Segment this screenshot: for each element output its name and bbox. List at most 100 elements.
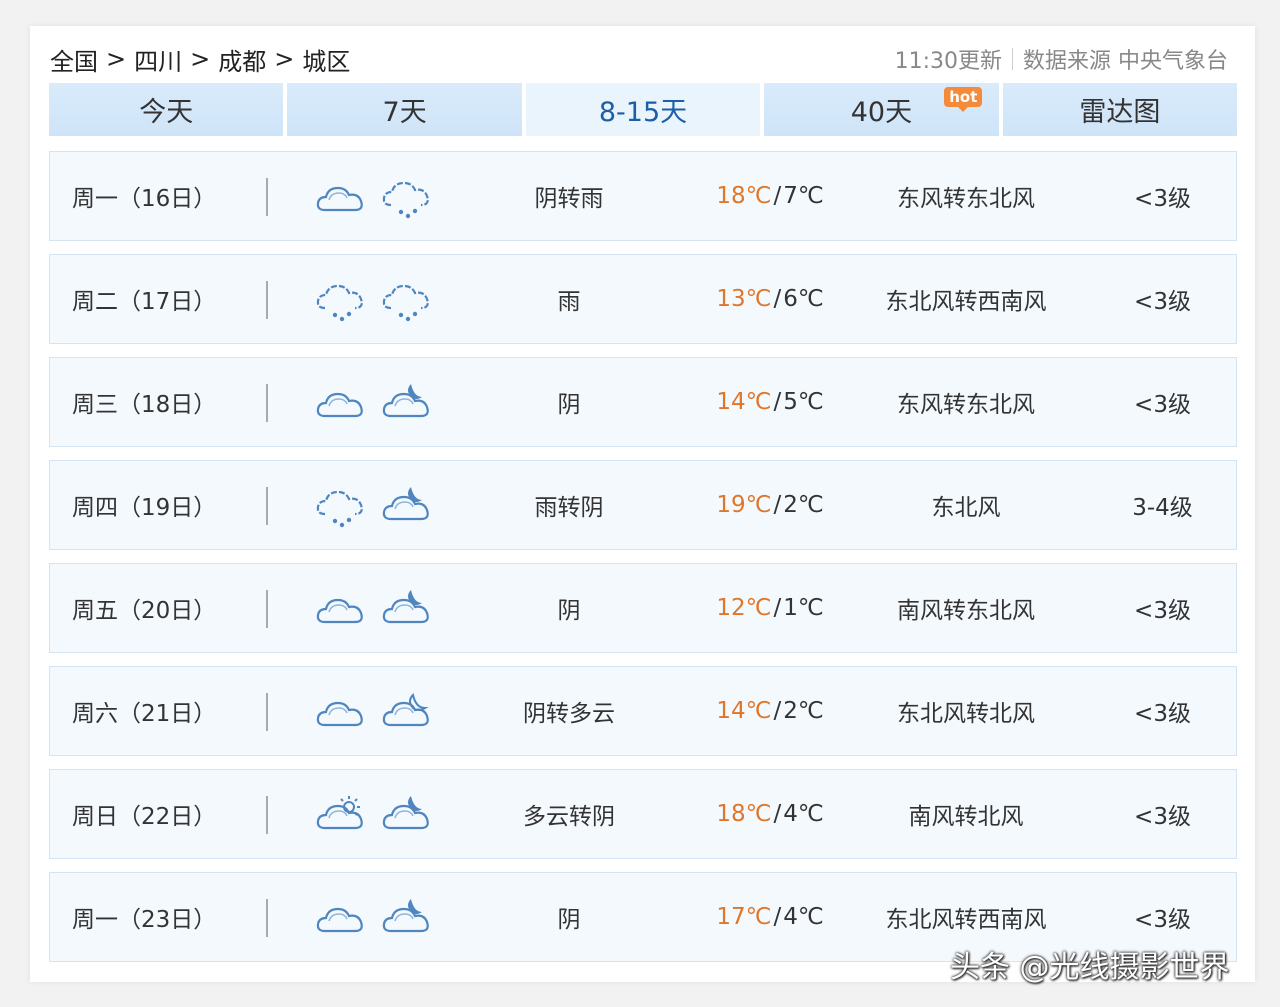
tab-label: 7天	[382, 97, 427, 128]
row-divider	[266, 796, 268, 834]
wind-direction: 东风转东北风	[897, 392, 1035, 418]
cloudy-night-icon	[382, 899, 429, 933]
low-temp: 6℃	[783, 286, 824, 312]
high-temp: 19℃	[716, 492, 772, 518]
partly-cloudy-day-icon	[316, 796, 363, 830]
row-divider	[266, 899, 268, 937]
high-temp: 14℃	[716, 698, 772, 724]
hot-badge: hot	[944, 87, 983, 112]
high-temp: 18℃	[716, 801, 772, 827]
rain-icon	[382, 284, 429, 322]
wind-direction: 南风转东北风	[897, 598, 1035, 624]
weather-icons	[315, 873, 433, 961]
low-temp: 2℃	[783, 492, 824, 518]
high-temp: 13℃	[716, 286, 772, 312]
row-divider	[266, 487, 268, 525]
breadcrumb-sichuan[interactable]: 四川	[134, 42, 182, 77]
low-temp: 5℃	[783, 389, 824, 415]
temp-slash: /	[773, 904, 782, 930]
temperature: 18℃/4℃	[690, 770, 850, 858]
forecast-row[interactable]: 周五（20日） 阴 12℃/1℃ 南风转东北风 <3级	[49, 563, 1237, 653]
weather-card: 全国 > 四川 > 成都 > 城区 11:30更新 数据来源 中央气象台 今天 …	[30, 26, 1255, 982]
weather-desc: 阴	[557, 598, 581, 624]
weather-desc: 雨转阴	[534, 495, 604, 521]
high-temp: 12℃	[716, 595, 772, 621]
wind-direction: 南风转北风	[908, 804, 1024, 830]
weather-desc: 多云转阴	[523, 804, 615, 830]
weather-icons	[315, 358, 433, 446]
wind-level: <3级	[1134, 598, 1191, 624]
top-bar: 全国 > 四川 > 成都 > 城区 11:30更新 数据来源 中央气象台	[50, 41, 1228, 77]
cloudy-icon	[316, 598, 363, 624]
cloudy-night-icon	[382, 487, 429, 521]
weather-icons	[315, 667, 433, 755]
tab-label: 8-15天	[598, 97, 688, 128]
weather-icons	[315, 564, 433, 652]
forecast-date: 周三（18日）	[72, 392, 217, 418]
temp-slash: /	[773, 698, 782, 724]
breadcrumb-chengdu[interactable]: 成都	[218, 42, 266, 77]
forecast-date: 周日（22日）	[72, 804, 217, 830]
forecast-date: 周一（16日）	[72, 186, 217, 212]
rain-icon	[316, 490, 363, 528]
wind-level: 3-4级	[1132, 495, 1193, 521]
forecast-date: 周二（17日）	[72, 289, 217, 315]
data-source: 数据来源 中央气象台	[1023, 49, 1228, 74]
row-divider	[266, 178, 268, 216]
breadcrumb-district: 城区	[302, 47, 351, 76]
tab-label: 今天	[139, 97, 194, 128]
temp-slash: /	[773, 801, 782, 827]
temp-slash: /	[773, 183, 782, 209]
temperature: 14℃/2℃	[690, 667, 850, 755]
tab-7-days[interactable]: 7天	[287, 83, 522, 136]
forecast-date: 周六（21日）	[72, 701, 217, 727]
low-temp: 7℃	[783, 183, 824, 209]
weather-desc: 阴	[557, 392, 581, 418]
tab-40-days[interactable]: 40天 hot	[764, 83, 999, 136]
update-time: 11:30更新	[894, 49, 1002, 74]
row-divider	[266, 590, 268, 628]
low-temp: 1℃	[783, 595, 824, 621]
weather-desc: 阴转多云	[523, 701, 615, 727]
temperature: 13℃/6℃	[690, 255, 850, 343]
weather-icons	[315, 255, 433, 343]
temp-slash: /	[773, 595, 782, 621]
wind-direction: 东北风转北风	[897, 701, 1035, 727]
row-divider	[266, 384, 268, 422]
update-meta: 11:30更新 数据来源 中央气象台	[895, 43, 1228, 75]
forecast-tabs: 今天 7天 8-15天 40天 hot 雷达图	[49, 83, 1238, 136]
tab-label: 雷达图	[1079, 97, 1161, 128]
high-temp: 17℃	[716, 904, 772, 930]
forecast-row[interactable]: 周二（17日） 雨 13℃/6℃ 东北风转西南风 <3级	[49, 254, 1237, 344]
weather-desc: 阴转雨	[534, 186, 604, 212]
low-temp: 4℃	[783, 904, 824, 930]
forecast-date: 周四（19日）	[72, 495, 217, 521]
weather-icons	[315, 461, 433, 549]
forecast-list: 周一（16日） 阴转雨 18℃/7℃ 东风转东北风 <3级 周二（17日）雨 13℃/6℃ 东…	[49, 151, 1237, 975]
tab-today[interactable]: 今天	[49, 83, 284, 136]
forecast-row[interactable]: 周一（16日） 阴转雨 18℃/7℃ 东风转东北风 <3级	[49, 151, 1237, 241]
forecast-row[interactable]: 周三（18日） 阴 14℃/5℃ 东风转东北风 <3级	[49, 357, 1237, 447]
low-temp: 4℃	[783, 801, 824, 827]
rain-icon	[382, 181, 429, 219]
forecast-row[interactable]: 周日（22日） 多云转阴 18℃/4℃ 南风转北风 <3级	[49, 769, 1237, 859]
wind-direction: 东北风转西南风	[885, 289, 1047, 315]
wind-direction: 东北风	[931, 495, 1001, 521]
breadcrumb-separator: >	[190, 45, 211, 73]
row-divider	[266, 693, 268, 731]
temperature: 12℃/1℃	[690, 564, 850, 652]
forecast-date: 周五（20日）	[72, 598, 217, 624]
forecast-row[interactable]: 周四（19日） 雨转阴 19℃/2℃ 东北风 3-4级	[49, 460, 1237, 550]
forecast-row[interactable]: 周六（21日） 阴转多云 14℃/2℃ 东北风转北风 <3级	[49, 666, 1237, 756]
high-temp: 14℃	[716, 389, 772, 415]
cloudy-icon	[316, 392, 363, 418]
tab-radar[interactable]: 雷达图	[1002, 83, 1238, 136]
breadcrumb-separator: >	[106, 45, 127, 73]
watermark: 头条 @光线摄影世界	[950, 950, 1230, 985]
breadcrumb-national[interactable]: 全国	[50, 42, 98, 77]
wind-direction: 东风转东北风	[897, 186, 1035, 212]
wind-level: <3级	[1134, 392, 1191, 418]
tab-8-15-days[interactable]: 8-15天	[525, 83, 761, 136]
high-temp: 18℃	[716, 183, 772, 209]
weather-icons	[315, 152, 433, 240]
